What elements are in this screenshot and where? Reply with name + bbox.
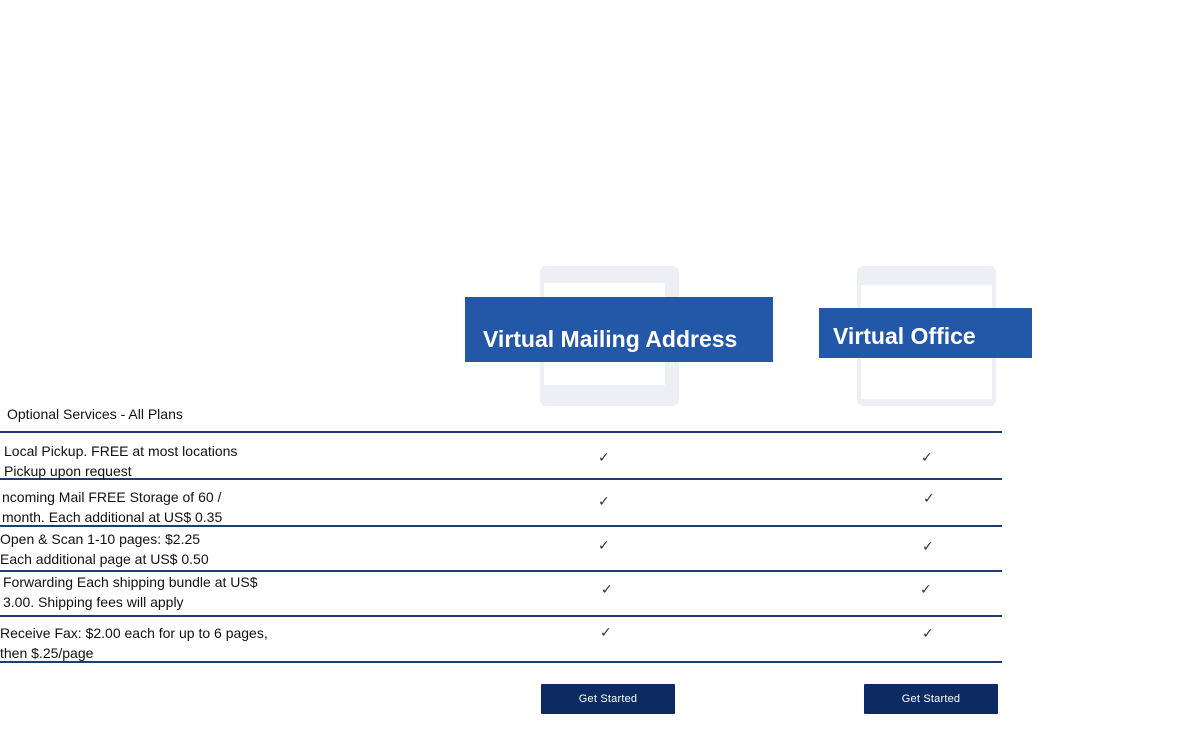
divider <box>0 431 1002 433</box>
check-icon: ✓ <box>598 450 610 466</box>
check-icon: ✓ <box>920 582 932 598</box>
section-title: Optional Services - All Plans <box>7 406 183 422</box>
service-line: Receive Fax: $2.00 each for up to 6 page… <box>0 625 268 641</box>
service-line: Open & Scan 1-10 pages: $2.25 <box>0 531 201 547</box>
service-row-receive-fax: Receive Fax: $2.00 each for up to 6 page… <box>0 623 268 663</box>
service-row-forwarding: Forwarding Each shipping bundle at US$ 3… <box>3 572 258 612</box>
check-icon: ✓ <box>923 491 935 507</box>
check-icon: ✓ <box>598 538 610 554</box>
service-row-mail-storage: ncoming Mail FREE Storage of 60 / month.… <box>2 487 222 527</box>
check-icon: ✓ <box>922 539 934 555</box>
get-started-button-mailing[interactable]: Get Started <box>541 684 675 714</box>
get-started-button-office[interactable]: Get Started <box>864 684 998 714</box>
service-line: Each additional page at US$ 0.50 <box>0 551 209 567</box>
check-icon: ✓ <box>922 626 934 642</box>
check-icon: ✓ <box>921 450 933 466</box>
service-row-open-scan: Open & Scan 1-10 pages: $2.25 Each addit… <box>0 529 209 569</box>
check-icon: ✓ <box>601 582 613 598</box>
plan-title-office: Virtual Office <box>819 308 1032 358</box>
check-icon: ✓ <box>600 625 612 641</box>
divider <box>0 615 1002 617</box>
service-line: 3.00. Shipping fees will apply <box>3 594 184 610</box>
service-line: month. Each additional at US$ 0.35 <box>2 509 223 525</box>
service-row-local-pickup: Local Pickup. FREE at most locations Pic… <box>4 441 237 481</box>
check-icon: ✓ <box>598 494 610 510</box>
service-line: Pickup upon request <box>4 463 132 479</box>
service-line: Forwarding Each shipping bundle at US$ <box>3 574 258 590</box>
service-line: then $.25/page <box>0 645 94 661</box>
service-line: Local Pickup. FREE at most locations <box>4 443 238 459</box>
plan-title-mailing: Virtual Mailing Address <box>465 297 773 362</box>
service-line: ncoming Mail FREE Storage of 60 / <box>2 489 222 505</box>
